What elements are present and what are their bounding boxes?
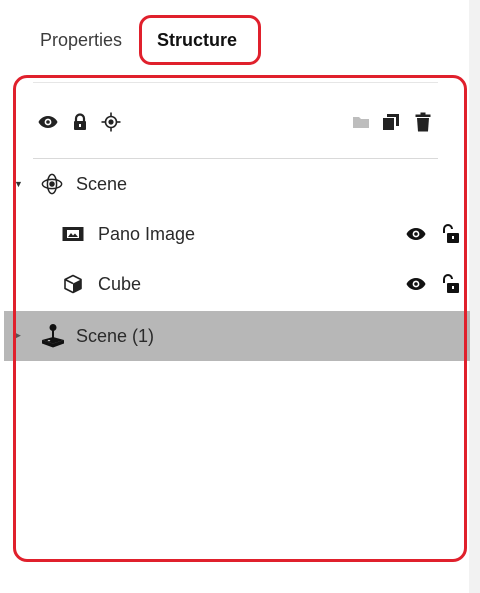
tree-item-pano-image[interactable]: Pano Image	[4, 211, 470, 257]
expand-caret-icon[interactable]: ▼	[14, 179, 23, 189]
image-icon	[62, 223, 84, 245]
unlock-icon[interactable]	[441, 274, 461, 294]
tree-item-cube[interactable]: Cube	[4, 261, 470, 307]
scene-orbit-icon	[41, 173, 63, 195]
folder-icon[interactable]	[351, 112, 371, 132]
tree-item-label: Scene (1)	[76, 326, 155, 346]
cube-icon	[62, 273, 84, 295]
unlock-icon[interactable]	[441, 224, 461, 244]
joystick-icon	[40, 323, 66, 349]
toolbar-divider	[33, 158, 438, 159]
tree-item-label: Cube	[98, 274, 142, 294]
target-icon[interactable]	[101, 112, 121, 132]
duplicate-icon[interactable]	[381, 112, 401, 132]
top-divider	[33, 82, 438, 83]
tree-item-scene[interactable]: ▼ Scene	[4, 161, 470, 207]
eye-icon[interactable]	[38, 112, 58, 132]
tree-item-scene-1[interactable]: ▶ Scene (1)	[4, 311, 470, 361]
eye-icon[interactable]	[406, 274, 426, 294]
lock-icon[interactable]	[70, 112, 90, 132]
tab-structure[interactable]: Structure	[157, 29, 237, 51]
tree-item-label: Scene	[76, 174, 128, 194]
panel-tabs: Properties Structure	[0, 0, 469, 80]
panel-edge	[469, 0, 480, 593]
tab-properties[interactable]: Properties	[40, 29, 122, 51]
tree-item-label: Pano Image	[98, 224, 196, 244]
collapse-caret-icon[interactable]: ▶	[14, 330, 21, 341]
eye-icon[interactable]	[406, 224, 426, 244]
trash-icon[interactable]	[413, 112, 433, 132]
